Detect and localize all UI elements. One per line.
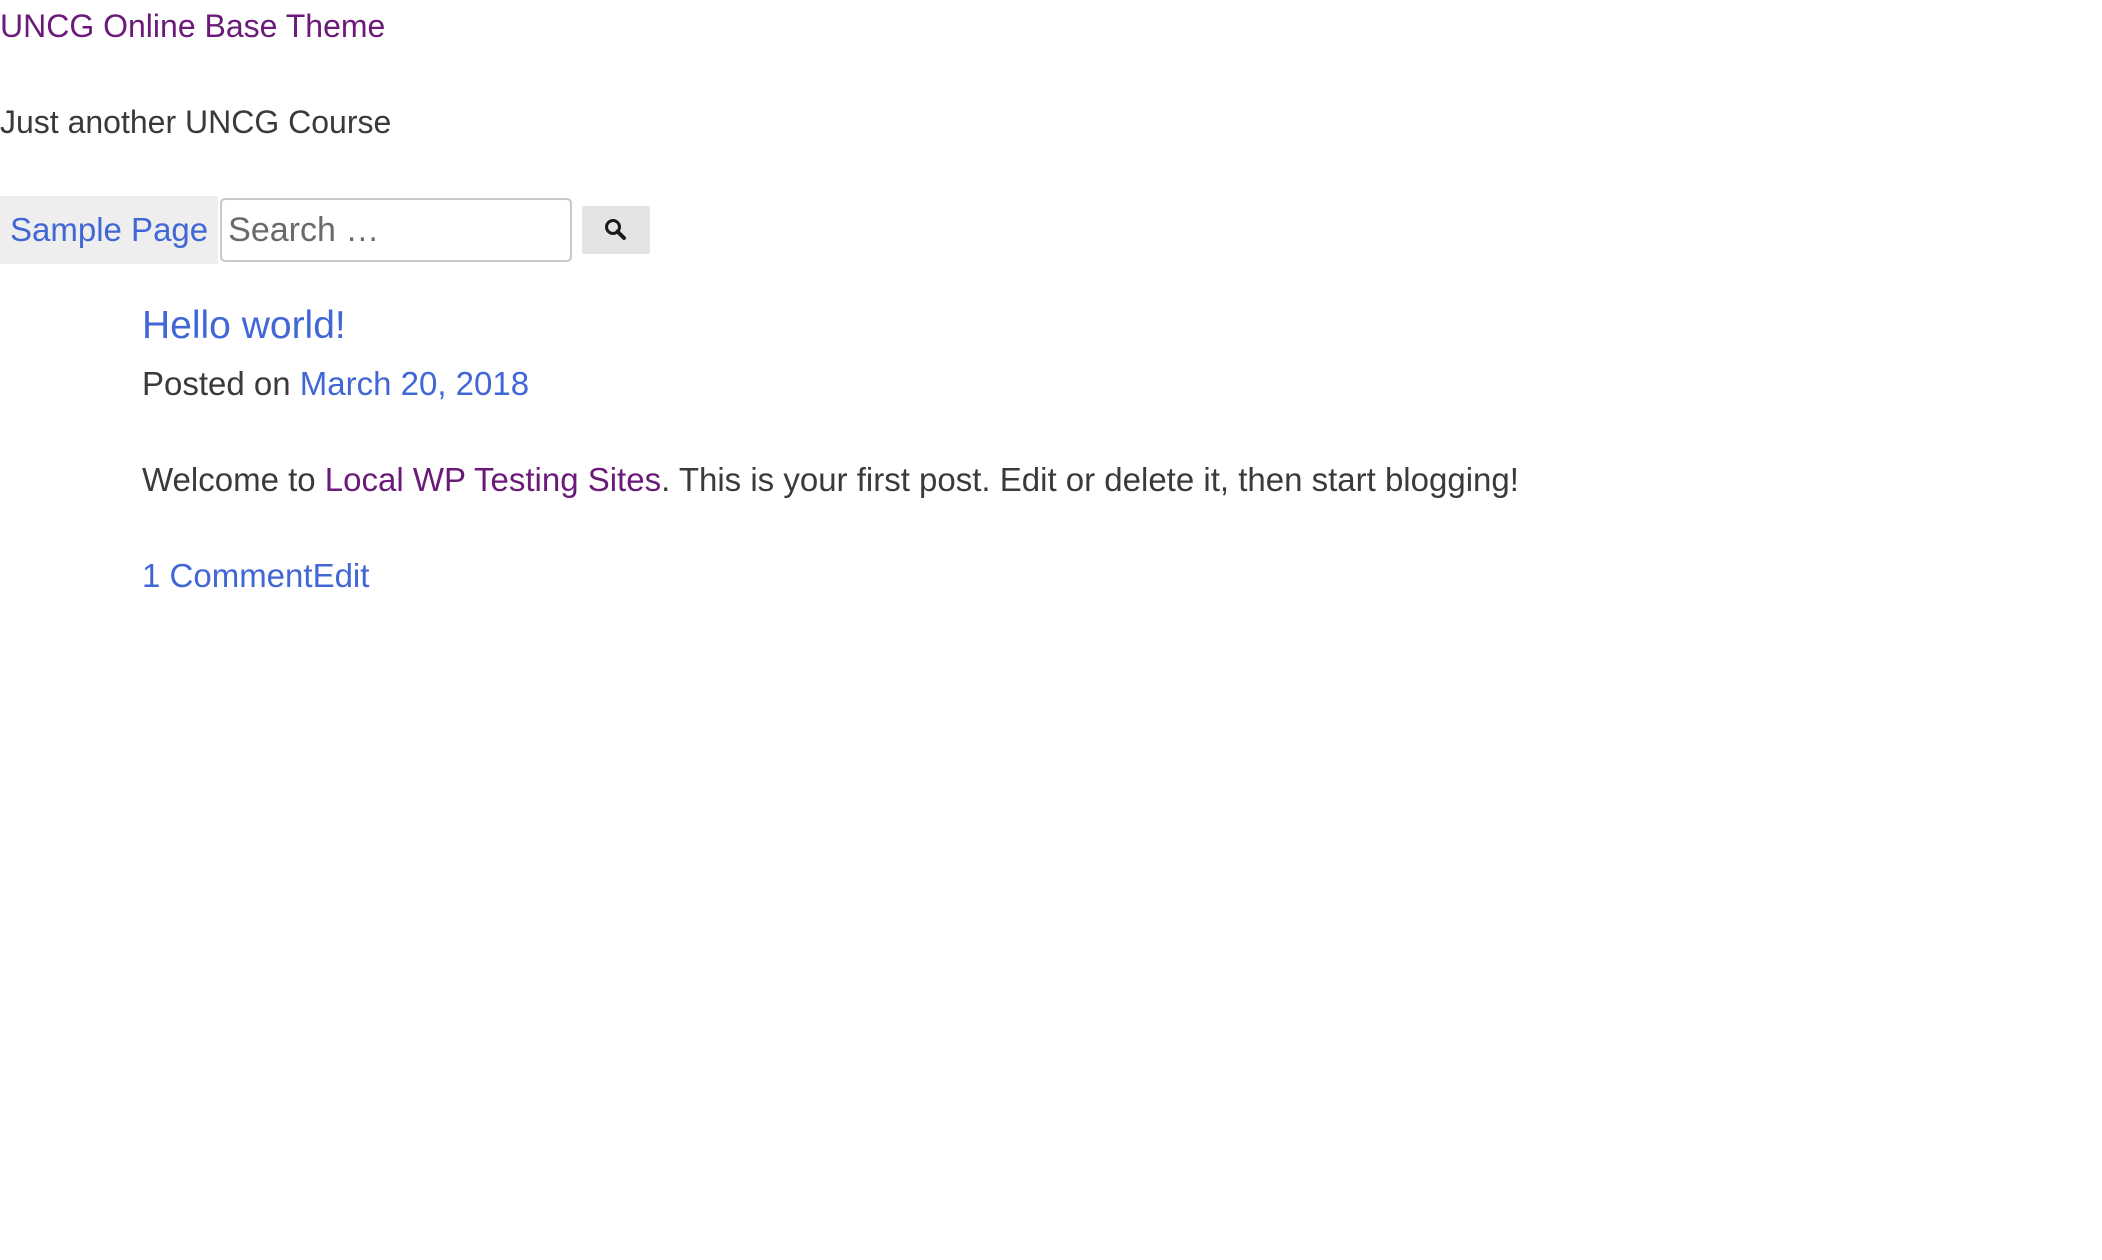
nav-item-sample-page[interactable]: Sample Page (0, 196, 219, 264)
search-input[interactable] (220, 198, 573, 262)
page: UNCG Online Base Theme Just another UNCG… (0, 0, 2102, 1260)
post-content: Welcome to Local WP Testing Sites. This … (142, 456, 1519, 504)
search-button[interactable] (582, 206, 651, 254)
post-date-link[interactable]: March 20, 2018 (300, 365, 529, 402)
post-body-before: Welcome to (142, 461, 325, 498)
main-navigation: Sample Page (0, 196, 651, 264)
search-icon (605, 219, 627, 240)
post-title[interactable]: Hello world! (142, 300, 346, 352)
local-wp-testing-sites-link[interactable]: Local WP Testing Sites (325, 461, 661, 498)
post-meta: Posted on March 20, 2018 (142, 360, 1519, 408)
edit-link[interactable]: Edit (313, 557, 370, 594)
post-body-after: . This is your first post. Edit or delet… (661, 461, 1519, 498)
post-meta-prefix: Posted on (142, 365, 300, 402)
post: Hello world! Posted on March 20, 2018 We… (142, 300, 1519, 600)
site-title[interactable]: UNCG Online Base Theme (0, 4, 385, 48)
post-footer: 1 CommentEdit (142, 552, 1519, 600)
site-description: Just another UNCG Course (0, 104, 392, 140)
comments-link[interactable]: 1 Comment (142, 557, 313, 594)
